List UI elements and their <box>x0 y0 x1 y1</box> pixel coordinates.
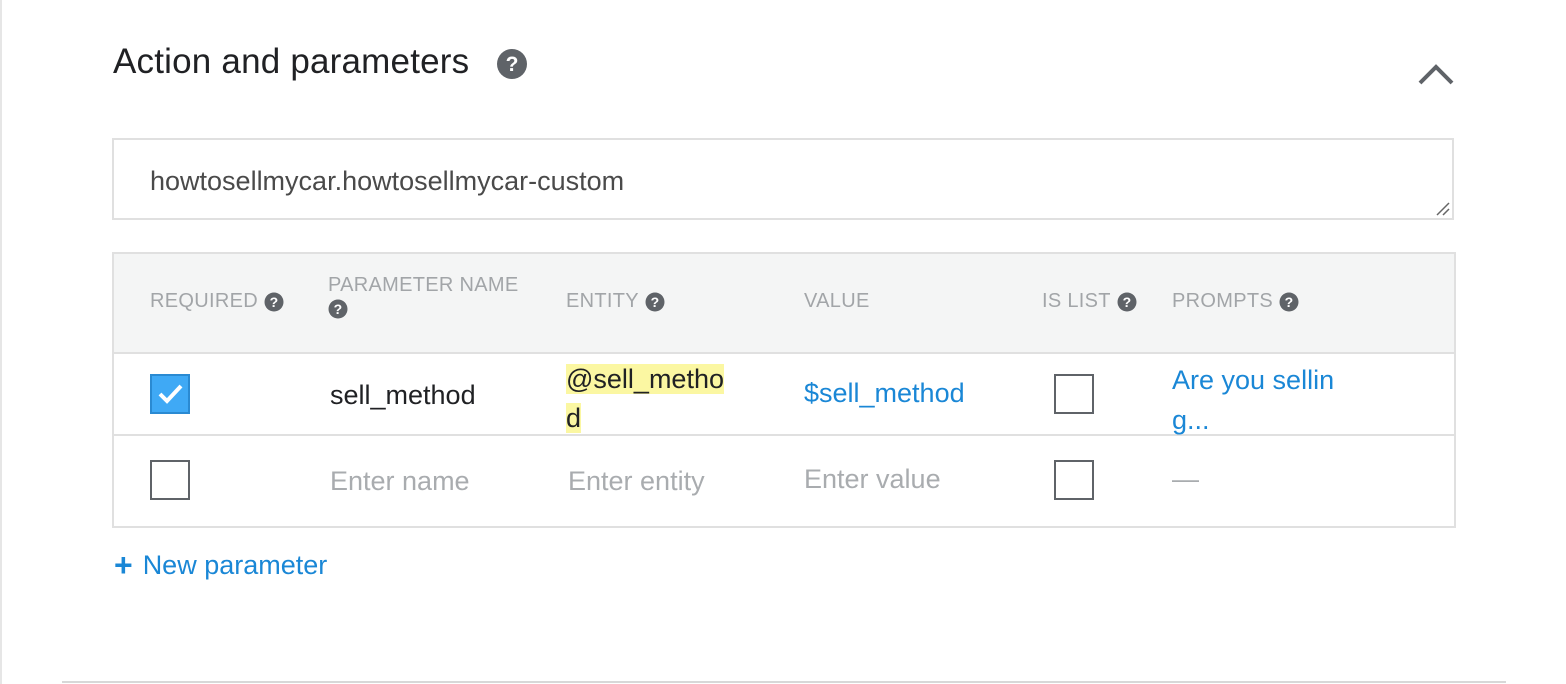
plus-icon: + <box>114 547 133 583</box>
required-checkbox[interactable] <box>150 374 190 414</box>
help-icon[interactable]: ? <box>328 299 348 319</box>
section-title: Action and parameters <box>113 42 470 81</box>
svg-text:?: ? <box>506 53 519 76</box>
left-border <box>0 0 2 684</box>
prompts-line-2: g... <box>1172 405 1210 435</box>
svg-text:?: ? <box>1285 294 1294 310</box>
prompts-empty: — <box>1172 464 1199 494</box>
help-icon[interactable]: ? <box>645 292 665 312</box>
svg-text:?: ? <box>650 294 659 310</box>
header-required: REQUIRED ? <box>150 290 284 313</box>
value-input[interactable]: Enter value <box>804 464 941 495</box>
header-is-list: IS LIST ? <box>1042 290 1137 313</box>
table-header: REQUIRED ? PARAMETER NAME ? ENTITY ? VAL… <box>114 254 1454 354</box>
required-checkbox[interactable] <box>150 460 190 500</box>
help-icon[interactable]: ? <box>1117 292 1137 312</box>
resize-grip-icon[interactable] <box>1434 200 1450 216</box>
value-field[interactable]: $sell_method <box>804 378 965 409</box>
divider <box>62 681 1506 683</box>
entity-field[interactable]: @sell_metho d <box>566 360 726 438</box>
entity-input[interactable]: Enter entity <box>568 466 705 497</box>
parameter-name-field[interactable]: sell_method <box>330 380 476 411</box>
action-value: howtosellmycar.howtosellmycar-custom <box>150 166 625 196</box>
action-input[interactable]: howtosellmycar.howtosellmycar-custom <box>112 138 1454 220</box>
chevron-up-icon <box>1418 64 1454 85</box>
svg-text:?: ? <box>1122 294 1131 310</box>
header-required-label: REQUIRED <box>150 290 258 312</box>
entity-line-1: @sell_metho <box>566 364 724 394</box>
parameter-name-input[interactable]: Enter name <box>330 466 470 497</box>
is-list-checkbox[interactable] <box>1054 460 1094 500</box>
help-icon[interactable]: ? <box>1279 292 1299 312</box>
header-value-label: VALUE <box>804 290 870 312</box>
header-prompts-label: PROMPTS <box>1172 290 1273 312</box>
table-row: sell_method @sell_metho d $sell_method A… <box>114 354 1454 436</box>
header-prompts: PROMPTS ? <box>1172 290 1299 313</box>
prompts-line-1: Are you sellin <box>1172 365 1335 395</box>
header-entity: ENTITY ? <box>566 290 665 313</box>
help-icon[interactable]: ? <box>264 292 284 312</box>
header-parameter-name-label: PARAMETER NAME <box>328 274 519 296</box>
prompts-link[interactable]: Are you sellin g... <box>1172 360 1334 440</box>
new-parameter-button[interactable]: + New parameter <box>114 549 327 581</box>
collapse-button[interactable] <box>1410 52 1462 96</box>
header-value: VALUE <box>804 290 870 313</box>
svg-text:?: ? <box>270 294 279 310</box>
header-is-list-label: IS LIST <box>1042 290 1111 312</box>
new-parameter-label: New parameter <box>142 549 328 580</box>
is-list-checkbox[interactable] <box>1054 374 1094 414</box>
help-icon[interactable]: ? <box>496 48 528 80</box>
entity-line-2: d <box>566 403 582 433</box>
svg-text:?: ? <box>334 301 343 317</box>
header-parameter-name: PARAMETER NAME ? <box>328 274 528 319</box>
parameters-table: REQUIRED ? PARAMETER NAME ? ENTITY ? VAL… <box>112 252 1456 528</box>
table-row: Enter name Enter entity Enter value — <box>114 436 1454 526</box>
header-entity-label: ENTITY <box>566 290 639 312</box>
check-icon <box>158 384 183 404</box>
